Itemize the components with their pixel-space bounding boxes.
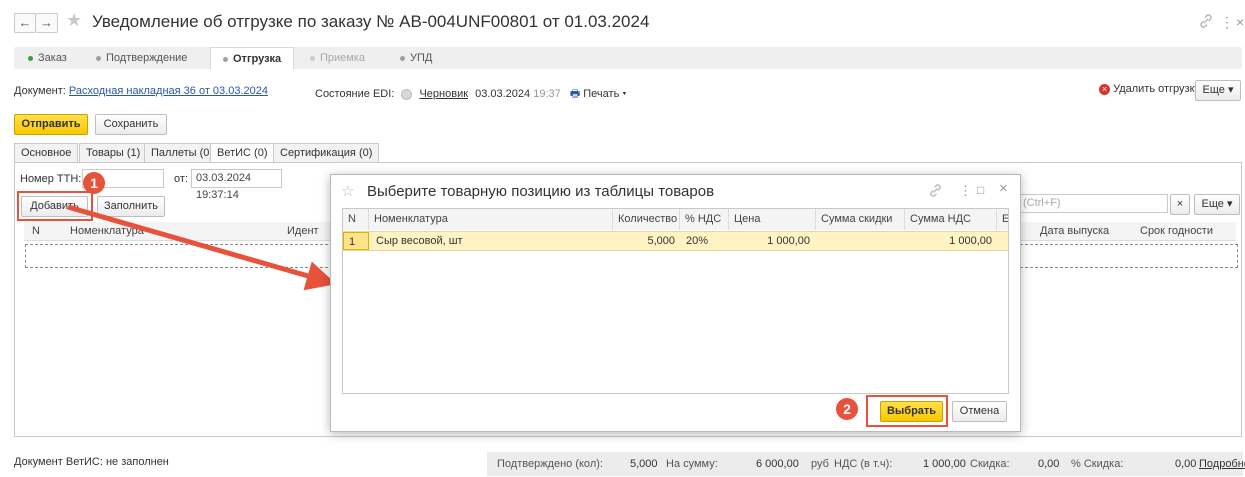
- search-input[interactable]: (Ctrl+F): [1018, 194, 1168, 213]
- step2-highlight: [866, 395, 948, 427]
- dialog-table: N Номенклатура Количество % НДС Цена Сум…: [342, 208, 1009, 394]
- tab-certification[interactable]: Сертификация (0): [273, 143, 380, 163]
- status-dot-icon: [28, 55, 33, 61]
- status-dot-icon: [310, 55, 315, 61]
- row-n: 1: [343, 232, 369, 250]
- ttn-date-field[interactable]: 03.03.2024 19:37:14: [191, 169, 282, 201]
- row-qty: 5,000: [647, 235, 675, 247]
- stage-confirmation[interactable]: Подтверждение: [96, 47, 187, 69]
- cancel-button[interactable]: Отмена: [952, 401, 1007, 422]
- edi-date: 03.03.2024: [475, 88, 531, 100]
- details-link[interactable]: Подробно: [1199, 458, 1245, 470]
- from-label: от:: [174, 173, 188, 185]
- page-title: Уведомление об отгрузке по заказу № АВ-0…: [92, 12, 650, 31]
- document-line: Документ: Расходная накладная 36 от 03.0…: [14, 85, 268, 97]
- pct-discount-label: % Скидка:: [1071, 458, 1124, 470]
- row-discount: [816, 232, 905, 250]
- send-button[interactable]: Отправить: [14, 114, 88, 135]
- confirmed-value: 5,000: [630, 458, 658, 470]
- delete-icon: ×: [1099, 83, 1110, 95]
- tab-goods[interactable]: Товары (1): [79, 143, 148, 163]
- sum-label: На сумму:: [666, 458, 718, 470]
- step1-badge: 1: [83, 172, 105, 194]
- step1-highlight: [17, 191, 93, 221]
- confirmed-label: Подтверждено (кол):: [497, 458, 603, 470]
- discount-label: Скидка:: [970, 458, 1010, 470]
- footer-vetis-status: Документ ВетИС: не заполнен: [14, 456, 169, 468]
- printer-icon: 🖶: [569, 88, 581, 100]
- close-icon[interactable]: ×: [1236, 14, 1244, 30]
- row-name: Сыр весовой, шт: [376, 235, 463, 247]
- edi-status-group: Состояние EDI: Черновик 03.03.2024 19:37…: [315, 85, 626, 104]
- stage-upd[interactable]: УПД: [400, 47, 432, 69]
- delete-shipment-button[interactable]: × Удалить отгрузку: [1099, 83, 1200, 95]
- edi-status-label: Состояние EDI:: [315, 88, 395, 100]
- dialog-title: Выберите товарную позицию из таблицы тов…: [367, 183, 715, 200]
- table-row[interactable]: 1 Сыр весовой, шт 5,000 20% 1 000,00 1 0…: [343, 231, 1008, 251]
- status-dot-icon: [400, 55, 405, 61]
- tab-pallets[interactable]: Паллеты (0): [144, 143, 221, 163]
- discount-value: 0,00: [1038, 458, 1060, 470]
- tab-main[interactable]: Основное: [14, 143, 79, 163]
- link-icon[interactable]: [929, 184, 942, 200]
- table-more-button[interactable]: Еще ▾: [1194, 194, 1240, 215]
- tab-vetis[interactable]: ВетИС (0): [210, 143, 275, 163]
- dlg-col-e: Е: [997, 209, 1008, 230]
- close-icon[interactable]: ×: [999, 180, 1008, 197]
- status-dot-icon: [223, 56, 228, 62]
- stage-order[interactable]: Заказ: [28, 47, 67, 69]
- link-icon[interactable]: [1199, 14, 1213, 31]
- print-menu[interactable]: 🖶 Печать ▾: [570, 88, 627, 100]
- row-price: 1 000,00: [767, 235, 810, 247]
- favorite-star-icon[interactable]: ★: [66, 10, 82, 31]
- stage-bar: Заказ Подтверждение Отгрузка Приемка УПД: [14, 47, 1242, 69]
- dlg-col-discount: Сумма скидки: [816, 209, 905, 230]
- dlg-col-nomenclature: Номенклатура: [369, 209, 613, 230]
- edi-status-icon: [401, 88, 413, 100]
- more-vert-icon[interactable]: ⋮: [1220, 14, 1234, 31]
- row-vat: 20%: [686, 235, 709, 247]
- favorite-star-icon[interactable]: ☆: [341, 182, 354, 200]
- step2-badge: 2: [836, 398, 858, 420]
- footer-totals: Подтверждено (кол): 5,000 На сумму: 6 00…: [487, 452, 1245, 476]
- save-button[interactable]: Сохранить: [95, 114, 167, 135]
- annotation-arrow: [67, 204, 337, 291]
- maximize-icon[interactable]: □: [977, 183, 984, 197]
- currency-label: руб: [811, 458, 829, 470]
- dlg-col-price: Цена: [729, 209, 816, 230]
- more-button[interactable]: Еще ▾: [1195, 80, 1241, 101]
- dlg-col-vat-sum: Сумма НДС: [905, 209, 997, 230]
- document-label: Документ:: [14, 85, 66, 97]
- vat-value: 1 000,00: [923, 458, 966, 470]
- back-button[interactable]: ←: [14, 13, 36, 33]
- edi-time: 19:37: [533, 88, 561, 100]
- dlg-col-vat: % НДС: [680, 209, 729, 230]
- document-link[interactable]: Расходная накладная 36 от 03.03.2024: [69, 85, 268, 97]
- vat-label: НДС (в т.ч):: [834, 458, 893, 470]
- dlg-col-n: N: [343, 209, 369, 230]
- more-vert-icon[interactable]: ⋮: [959, 183, 972, 199]
- stage-acceptance[interactable]: Приемка: [310, 47, 365, 69]
- row-vat-sum: 1 000,00: [949, 235, 992, 247]
- pct-discount-value: 0,00: [1175, 458, 1197, 470]
- clear-search-button[interactable]: ×: [1170, 194, 1190, 215]
- status-dot-icon: [96, 55, 101, 61]
- col-expiry: Срок годности: [1140, 225, 1213, 237]
- edi-status-link[interactable]: Черновик: [419, 88, 468, 100]
- select-item-dialog: ☆ Выберите товарную позицию из таблицы т…: [330, 174, 1021, 432]
- col-n: N: [32, 225, 40, 237]
- dlg-col-qty: Количество: [613, 209, 680, 230]
- forward-button[interactable]: →: [36, 13, 58, 33]
- stage-shipment[interactable]: Отгрузка: [210, 47, 295, 69]
- ttn-label: Номер ТТН:: [20, 173, 82, 185]
- col-release-date: Дата выпуска: [1040, 225, 1110, 237]
- sum-value: 6 000,00: [756, 458, 799, 470]
